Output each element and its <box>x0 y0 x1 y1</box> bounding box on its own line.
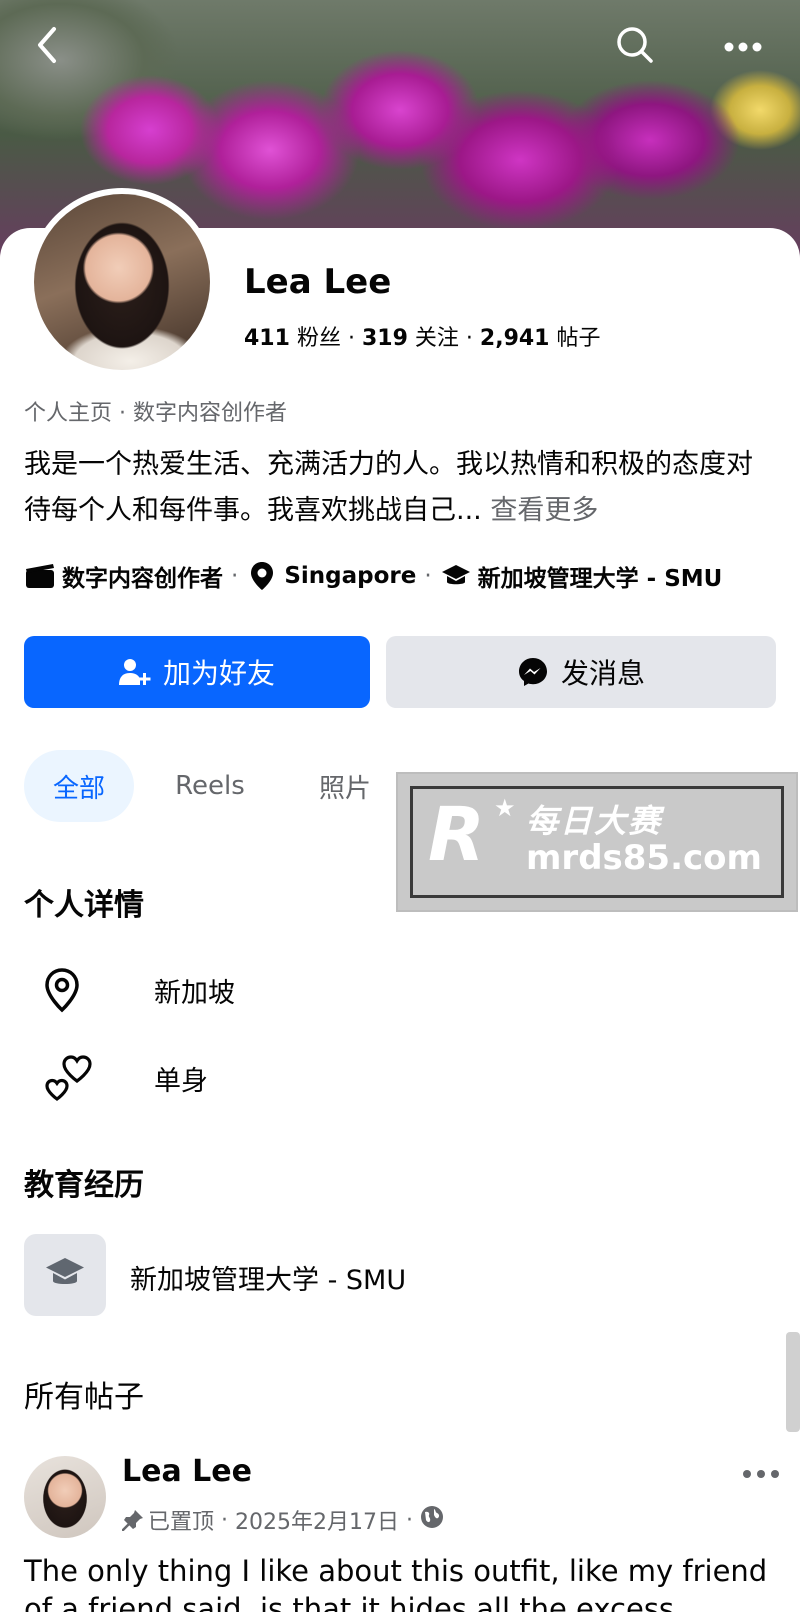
info-school[interactable]: 新加坡管理大学 - SMU <box>478 559 723 593</box>
profile-stats: 411 粉丝 · 319 关注 · 2,941 帖子 <box>244 326 601 351</box>
location-pin-outline-icon <box>24 960 104 1020</box>
scrollbar-thumb[interactable] <box>786 1332 800 1432</box>
add-person-icon <box>118 657 151 687</box>
post-date[interactable]: 2025年2月17日 <box>235 1504 399 1536</box>
post-text: The only thing I like about this outfit,… <box>24 1554 768 1612</box>
see-more-link[interactable]: 查看更多 <box>490 495 598 526</box>
graduation-cap-icon <box>440 560 472 592</box>
message-label: 发消息 <box>560 657 645 690</box>
watermark-logo: R <box>428 792 485 878</box>
posts-count[interactable]: 2,941 <box>480 326 550 351</box>
watermark-url: mrds85.com <box>526 838 762 878</box>
back-button[interactable] <box>22 22 72 72</box>
followers-label[interactable]: 粉丝 <box>297 326 341 351</box>
pin-icon <box>122 1509 144 1531</box>
more-horizontal-icon <box>723 38 763 57</box>
details-title: 个人详情 <box>24 888 144 923</box>
profile-info-row: 数字内容创作者 · Singapore · 新加坡管理大学 - SMU <box>24 558 722 594</box>
search-button[interactable] <box>610 22 660 72</box>
posts-title: 所有帖子 <box>24 1380 144 1415</box>
tab-all[interactable]: 全部 <box>24 750 134 822</box>
star-icon: ★ <box>494 794 516 822</box>
post-meta: 已置顶 · 2025年2月17日 · <box>122 1504 444 1536</box>
profile-name: Lea Lee <box>244 262 392 302</box>
post-pinned-label: 已置顶 <box>148 1510 215 1535</box>
profile-avatar[interactable] <box>28 188 216 376</box>
post-author-avatar[interactable] <box>24 1456 106 1538</box>
detail-location-label: 新加坡 <box>154 977 235 1009</box>
chevron-left-icon <box>32 25 62 69</box>
more-button[interactable] <box>718 22 768 72</box>
add-friend-label: 加为好友 <box>162 657 275 690</box>
globe-icon <box>420 1505 444 1535</box>
detail-relationship-label: 单身 <box>154 1065 208 1097</box>
location-pin-icon <box>246 560 278 592</box>
info-job: 数字内容创作者 <box>62 566 223 592</box>
following-label[interactable]: 关注 <box>415 326 459 351</box>
detail-location[interactable]: 新加坡 <box>24 960 235 1020</box>
followers-count[interactable]: 411 <box>244 326 290 351</box>
clapperboard-icon <box>24 560 56 592</box>
hearts-icon <box>24 1048 104 1108</box>
watermark-brand: 每日大赛 <box>526 802 663 840</box>
more-horizontal-icon <box>741 1464 781 1483</box>
avatar-photo <box>34 194 210 370</box>
tab-reels[interactable]: Reels <box>160 750 260 822</box>
posts-label[interactable]: 帖子 <box>557 326 601 351</box>
graduation-cap-icon <box>44 1255 86 1295</box>
search-icon <box>615 25 655 69</box>
detail-relationship[interactable]: 单身 <box>24 1048 208 1108</box>
education-icon-box[interactable] <box>24 1234 106 1316</box>
education-school[interactable]: 新加坡管理大学 - SMU <box>130 1258 406 1297</box>
tab-photos[interactable]: 照片 <box>300 750 390 822</box>
profile-bio: 我是一个热爱生活、充满活力的人。我以热情和积极的态度对待每个人和每件事。我喜欢挑… <box>24 442 764 534</box>
bio-text: 我是一个热爱生活、充满活力的人。我以热情和积极的态度对待每个人和每件事。我喜欢挑… <box>24 449 753 526</box>
watermark-overlay: R ★ 每日大赛 mrds85.com <box>396 772 798 912</box>
messenger-icon <box>517 656 549 688</box>
message-button[interactable]: 发消息 <box>386 636 776 708</box>
post-author-name[interactable]: Lea Lee <box>122 1454 252 1489</box>
profile-category: 个人主页 · 数字内容创作者 <box>24 401 287 426</box>
post-more-button[interactable] <box>738 1458 784 1488</box>
add-friend-button[interactable]: 加为好友 <box>24 636 370 708</box>
following-count[interactable]: 319 <box>362 326 408 351</box>
education-title: 教育经历 <box>24 1168 144 1203</box>
info-location[interactable]: Singapore <box>284 563 416 589</box>
